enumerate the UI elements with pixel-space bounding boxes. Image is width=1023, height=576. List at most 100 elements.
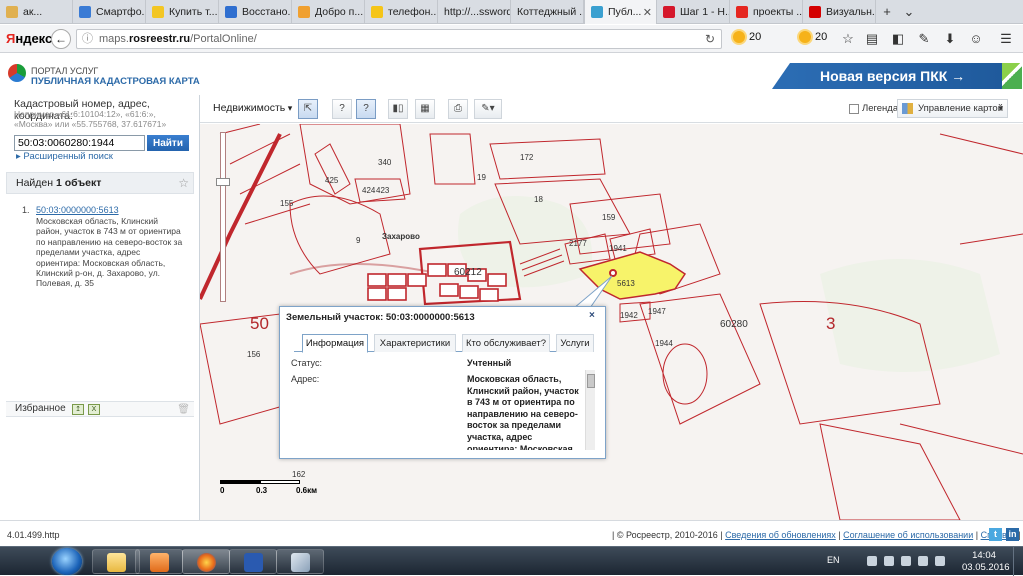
paint-icon	[291, 553, 310, 572]
taskbar-app[interactable]	[276, 549, 324, 574]
search-input[interactable]	[14, 135, 145, 151]
taskbar-app[interactable]	[182, 549, 230, 574]
bookmarks-icon[interactable]: ▤	[864, 31, 880, 47]
favorites-import-icon[interactable]: ↥	[72, 404, 84, 415]
new-version-banner[interactable]: Новая версия ПКК →	[772, 63, 1022, 89]
advanced-search-link[interactable]: Расширенный поиск	[16, 151, 112, 162]
volume-icon[interactable]	[935, 556, 945, 566]
network-icon[interactable]	[918, 556, 928, 566]
info-query-icon[interactable]: ?	[332, 99, 352, 119]
browser-tab[interactable]: Шаг 1 - Н...	[657, 0, 730, 24]
star-icon[interactable]: ☆	[840, 31, 856, 47]
village-plot	[487, 273, 507, 287]
clock-date[interactable]: 03.05.2016	[962, 562, 1010, 573]
url-input[interactable]: ⓘ maps.rosreestr.ru/PortalOnline/ ↻	[76, 29, 722, 49]
tray-icon[interactable]	[901, 556, 911, 566]
tab-label: Добро п...	[315, 6, 364, 18]
browser-tab[interactable]: Добро п...	[292, 0, 365, 24]
tab-favicon-icon	[736, 6, 748, 18]
browser-tab[interactable]: ак...	[0, 0, 73, 24]
info-icon[interactable]: ⓘ	[82, 30, 93, 48]
scale-label: 0.3	[256, 486, 268, 495]
zoom-handle[interactable]	[216, 178, 230, 186]
clock-time[interactable]: 14:04	[969, 550, 999, 561]
rosreestr-logo-icon[interactable]	[8, 64, 26, 82]
tray-icon[interactable]	[884, 556, 894, 566]
found-count: 1 объект	[55, 177, 102, 189]
weather-widget[interactable]: 20	[733, 31, 761, 43]
extension-icon[interactable]: ✎	[916, 31, 932, 47]
result-link[interactable]: 50:03:0000000:5613	[36, 205, 119, 215]
tab-characteristics[interactable]: Характеристики	[374, 334, 456, 352]
scroll-thumb[interactable]	[587, 374, 595, 388]
chat-icon[interactable]: ☺	[968, 31, 984, 47]
weather-temp: 20	[749, 31, 762, 43]
browser-tab[interactable]: Купить т...	[146, 0, 219, 24]
browser-tab[interactable]: Коттеджный ...	[511, 0, 584, 24]
updates-link[interactable]: Сведения об обновлениях	[725, 530, 836, 540]
tray-icon[interactable]	[867, 556, 877, 566]
show-desktop-button[interactable]	[1013, 547, 1023, 576]
browser-tab[interactable]: Визуальн...	[803, 0, 876, 24]
map-label: 155	[280, 199, 294, 208]
legend-checkbox[interactable]	[849, 104, 859, 114]
download-icon[interactable]: ⬇	[942, 31, 958, 47]
star-icon[interactable]: ☆	[178, 173, 189, 193]
browser-tab-bar: ак... Смартфо... Купить т... Восстано...…	[0, 0, 1023, 24]
tab-favicon-icon	[225, 6, 237, 18]
url-prefix: maps.	[99, 33, 129, 45]
browser-tab[interactable]: телефон...	[365, 0, 438, 24]
map-label: 60280	[720, 319, 748, 330]
trash-icon[interactable]: 🗑	[177, 403, 190, 417]
popup-body: Статус: Учтенный Адрес: Московская облас…	[286, 354, 596, 450]
tab-info[interactable]: Информация	[302, 334, 368, 353]
tab-favicon-icon	[79, 6, 91, 18]
measure-tool-icon[interactable]: ✎▾	[474, 99, 502, 119]
map-label: 1942	[620, 311, 638, 320]
browser-tab[interactable]: проекты ...	[730, 0, 803, 24]
popup-scrollbar[interactable]	[585, 370, 595, 450]
back-button[interactable]: ←	[51, 29, 71, 49]
new-tab-button[interactable]: +	[876, 0, 898, 23]
close-icon[interactable]: ×	[589, 311, 599, 321]
yandex-logo[interactable]: Яндекс	[6, 31, 52, 46]
browser-tab[interactable]: http://...ssword	[438, 0, 511, 24]
close-tab-icon[interactable]: ✕	[643, 6, 652, 19]
reload-icon[interactable]: ↻	[705, 30, 715, 48]
browser-tab[interactable]: Восстано...	[219, 0, 292, 24]
weather-widget[interactable]: 20	[799, 31, 827, 43]
vk-icon[interactable]: in	[1006, 528, 1019, 541]
browser-tab-active[interactable]: Публ... ✕	[584, 0, 657, 24]
legend-label: Легенда	[862, 103, 899, 114]
version-label: 4.01.499.http	[7, 530, 60, 540]
tab-label: проекты ...	[753, 6, 803, 18]
search-button[interactable]: Найти	[147, 135, 189, 151]
taskbar-app[interactable]	[229, 549, 277, 574]
url-path: /PortalOnline/	[190, 33, 257, 45]
media-player-icon	[150, 553, 169, 572]
pocket-icon[interactable]: ◧	[890, 31, 906, 47]
tab-services[interactable]: Услуги	[556, 334, 594, 352]
identify-icon[interactable]: ?	[356, 99, 376, 119]
menu-icon[interactable]: ☰	[998, 31, 1014, 47]
terms-link[interactable]: Соглашение об использовании	[843, 530, 973, 540]
select-tool-icon[interactable]: ⇱	[298, 99, 318, 119]
brand-rest: ндекс	[15, 31, 53, 46]
chart-tool-icon[interactable]: ▮▯	[388, 99, 408, 119]
taskbar-app[interactable]	[92, 549, 140, 574]
map-control-dropdown[interactable]: Управление картой	[897, 99, 1008, 118]
print-icon[interactable]: ⎙	[448, 99, 468, 119]
tab-who-serves[interactable]: Кто обслуживает?	[462, 334, 550, 352]
layers-tool-icon[interactable]: ▦	[415, 99, 435, 119]
twitter-icon[interactable]: t	[989, 528, 1002, 541]
tabs-menu-button[interactable]: ⌄	[898, 0, 920, 23]
scale-label: 0	[220, 486, 225, 495]
language-indicator[interactable]: EN	[827, 555, 840, 565]
layer-select[interactable]: Недвижимость	[213, 102, 292, 114]
start-button[interactable]	[52, 548, 82, 575]
favorites-export-icon[interactable]: X	[88, 404, 100, 415]
zoom-slider[interactable]	[220, 132, 226, 302]
taskbar-app[interactable]	[135, 549, 183, 574]
map-label: 1941	[609, 244, 627, 253]
browser-tab[interactable]: Смартфо...	[73, 0, 146, 24]
